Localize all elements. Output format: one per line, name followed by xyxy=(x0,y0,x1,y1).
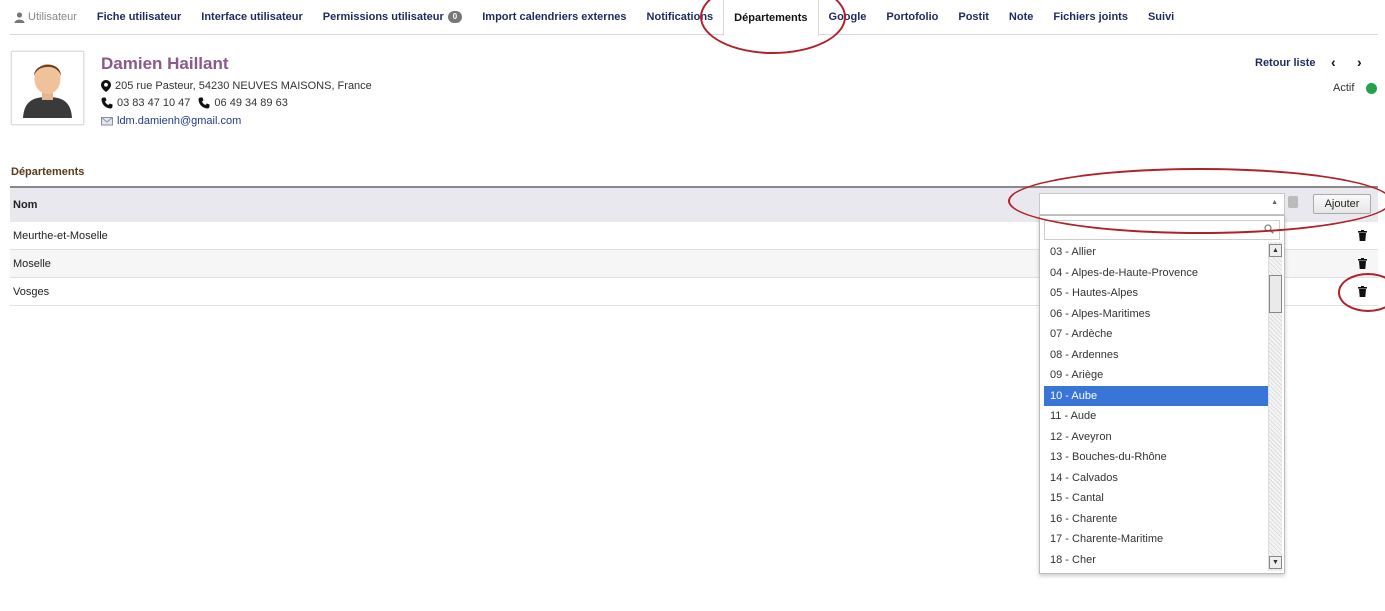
dropdown-option[interactable]: 14 - Calvados xyxy=(1044,468,1268,489)
tab-label: Note xyxy=(1008,11,1034,23)
tab-departements[interactable]: Départements xyxy=(723,0,819,36)
user-name: Damien Haillant xyxy=(101,54,229,73)
tab-label: Utilisateur xyxy=(28,11,77,23)
department-name: Meurthe-et-Moselle xyxy=(13,229,108,242)
address-line: 205 rue Pasteur, 54230 NEUVES MAISONS, F… xyxy=(101,80,372,92)
email-line: ldm.damienh@gmail.com xyxy=(101,115,241,127)
phone-line: 03 83 47 10 47 06 49 34 89 63 xyxy=(101,97,288,109)
tab-note[interactable]: Note xyxy=(999,0,1043,35)
trash-icon[interactable] xyxy=(1358,258,1367,269)
info-icon xyxy=(1288,196,1298,208)
dropdown-option[interactable]: 07 - Ardèche xyxy=(1044,324,1268,345)
user-avatar-icon xyxy=(12,52,83,124)
tab-label: Suivi xyxy=(1147,11,1175,23)
tab-label: Permissions utilisateur xyxy=(322,11,444,23)
dropdown-option[interactable]: 09 - Ariège xyxy=(1044,365,1268,386)
dropdown-option[interactable]: 03 - Allier xyxy=(1044,242,1268,263)
tab-utilisateur[interactable]: Utilisateur xyxy=(10,0,87,35)
tab-notifications[interactable]: Notifications xyxy=(637,0,724,35)
search-icon xyxy=(1264,224,1274,234)
status-label: Actif xyxy=(1333,82,1355,94)
dropdown-option[interactable]: 17 - Charente-Maritime xyxy=(1044,529,1268,550)
tab-label: Postit xyxy=(958,11,989,23)
scroll-down-icon[interactable]: ▼ xyxy=(1269,556,1282,569)
tab-bar: Utilisateur Fiche utilisateur Interface … xyxy=(10,0,1378,36)
tab-postit[interactable]: Postit xyxy=(948,0,999,35)
tab-label: Départements xyxy=(734,11,808,24)
trash-icon[interactable] xyxy=(1358,286,1367,297)
section-title: Départements xyxy=(11,166,85,178)
tab-label: Google xyxy=(828,11,867,23)
dropdown-option[interactable]: 18 - Cher xyxy=(1044,550,1268,571)
tab-label: Fiche utilisateur xyxy=(96,11,182,23)
tab-import-calendriers[interactable]: Import calendriers externes xyxy=(472,0,636,35)
dropdown-option[interactable]: 05 - Hautes-Alpes xyxy=(1044,283,1268,304)
next-arrow-icon[interactable]: › xyxy=(1357,54,1362,70)
tab-label: Notifications xyxy=(646,11,714,23)
status-dot-icon xyxy=(1366,83,1377,94)
address-text: 205 rue Pasteur, 54230 NEUVES MAISONS, F… xyxy=(115,80,372,92)
map-marker-icon xyxy=(101,80,111,92)
tab-label: Portofolio xyxy=(886,11,939,23)
column-name-header: Nom xyxy=(13,199,38,211)
dropdown-option[interactable]: 11 - Aude xyxy=(1044,406,1268,427)
dropdown-option[interactable]: 06 - Alpes-Maritimes xyxy=(1044,304,1268,325)
tab-label: Fichiers joints xyxy=(1053,11,1128,23)
department-name: Moselle xyxy=(13,257,51,270)
avatar xyxy=(11,51,84,125)
tab-label: Interface utilisateur xyxy=(201,11,303,23)
tab-label: Import calendriers externes xyxy=(482,11,627,23)
phone-1-text: 03 83 47 10 47 xyxy=(117,97,191,109)
count-badge: 0 xyxy=(447,11,463,23)
tab-suivi[interactable]: Suivi xyxy=(1138,0,1184,35)
dropdown-options: 03 - Allier 04 - Alpes-de-Haute-Provence… xyxy=(1044,242,1268,571)
scroll-up-icon[interactable]: ▲ xyxy=(1269,244,1282,257)
tab-permissions-utilisateur[interactable]: Permissions utilisateur 0 xyxy=(313,0,473,35)
dropdown-scrollbar[interactable]: ▲ ▼ xyxy=(1268,242,1282,571)
department-select[interactable]: ▲ xyxy=(1039,193,1285,215)
user-icon xyxy=(14,11,25,23)
chevron-up-icon: ▲ xyxy=(1271,199,1278,206)
dropdown-option[interactable]: 15 - Cantal xyxy=(1044,488,1268,509)
add-department-button[interactable]: Ajouter xyxy=(1313,194,1371,214)
trash-icon[interactable] xyxy=(1358,230,1367,241)
dropdown-search-input[interactable] xyxy=(1044,220,1280,240)
phone-2-text: 06 49 34 89 63 xyxy=(214,97,288,109)
dropdown-option[interactable]: 12 - Aveyron xyxy=(1044,427,1268,448)
previous-arrow-icon[interactable]: ‹ xyxy=(1331,54,1336,70)
tab-fichiers-joints[interactable]: Fichiers joints xyxy=(1043,0,1138,35)
phone-icon xyxy=(198,97,210,109)
tab-google[interactable]: Google xyxy=(819,0,877,35)
phone-icon xyxy=(101,97,113,109)
dropdown-option[interactable]: 08 - Ardennes xyxy=(1044,345,1268,366)
dropdown-option-selected[interactable]: 10 - Aube xyxy=(1044,385,1268,406)
back-to-list-link[interactable]: Retour liste xyxy=(1255,57,1316,69)
tab-fiche-utilisateur[interactable]: Fiche utilisateur xyxy=(87,0,191,35)
envelope-icon xyxy=(101,117,113,126)
dropdown-option[interactable]: 04 - Alpes-de-Haute-Provence xyxy=(1044,263,1268,284)
scrollbar-thumb[interactable] xyxy=(1269,275,1282,313)
department-dropdown: 03 - Allier 04 - Alpes-de-Haute-Provence… xyxy=(1039,215,1285,574)
dropdown-option[interactable]: 13 - Bouches-du-Rhône xyxy=(1044,447,1268,468)
tab-interface-utilisateur[interactable]: Interface utilisateur xyxy=(191,0,312,35)
email-link[interactable]: ldm.damienh@gmail.com xyxy=(117,115,241,127)
department-name: Vosges xyxy=(13,285,50,298)
tab-portofolio[interactable]: Portofolio xyxy=(876,0,948,35)
dropdown-option[interactable]: 16 - Charente xyxy=(1044,509,1268,530)
